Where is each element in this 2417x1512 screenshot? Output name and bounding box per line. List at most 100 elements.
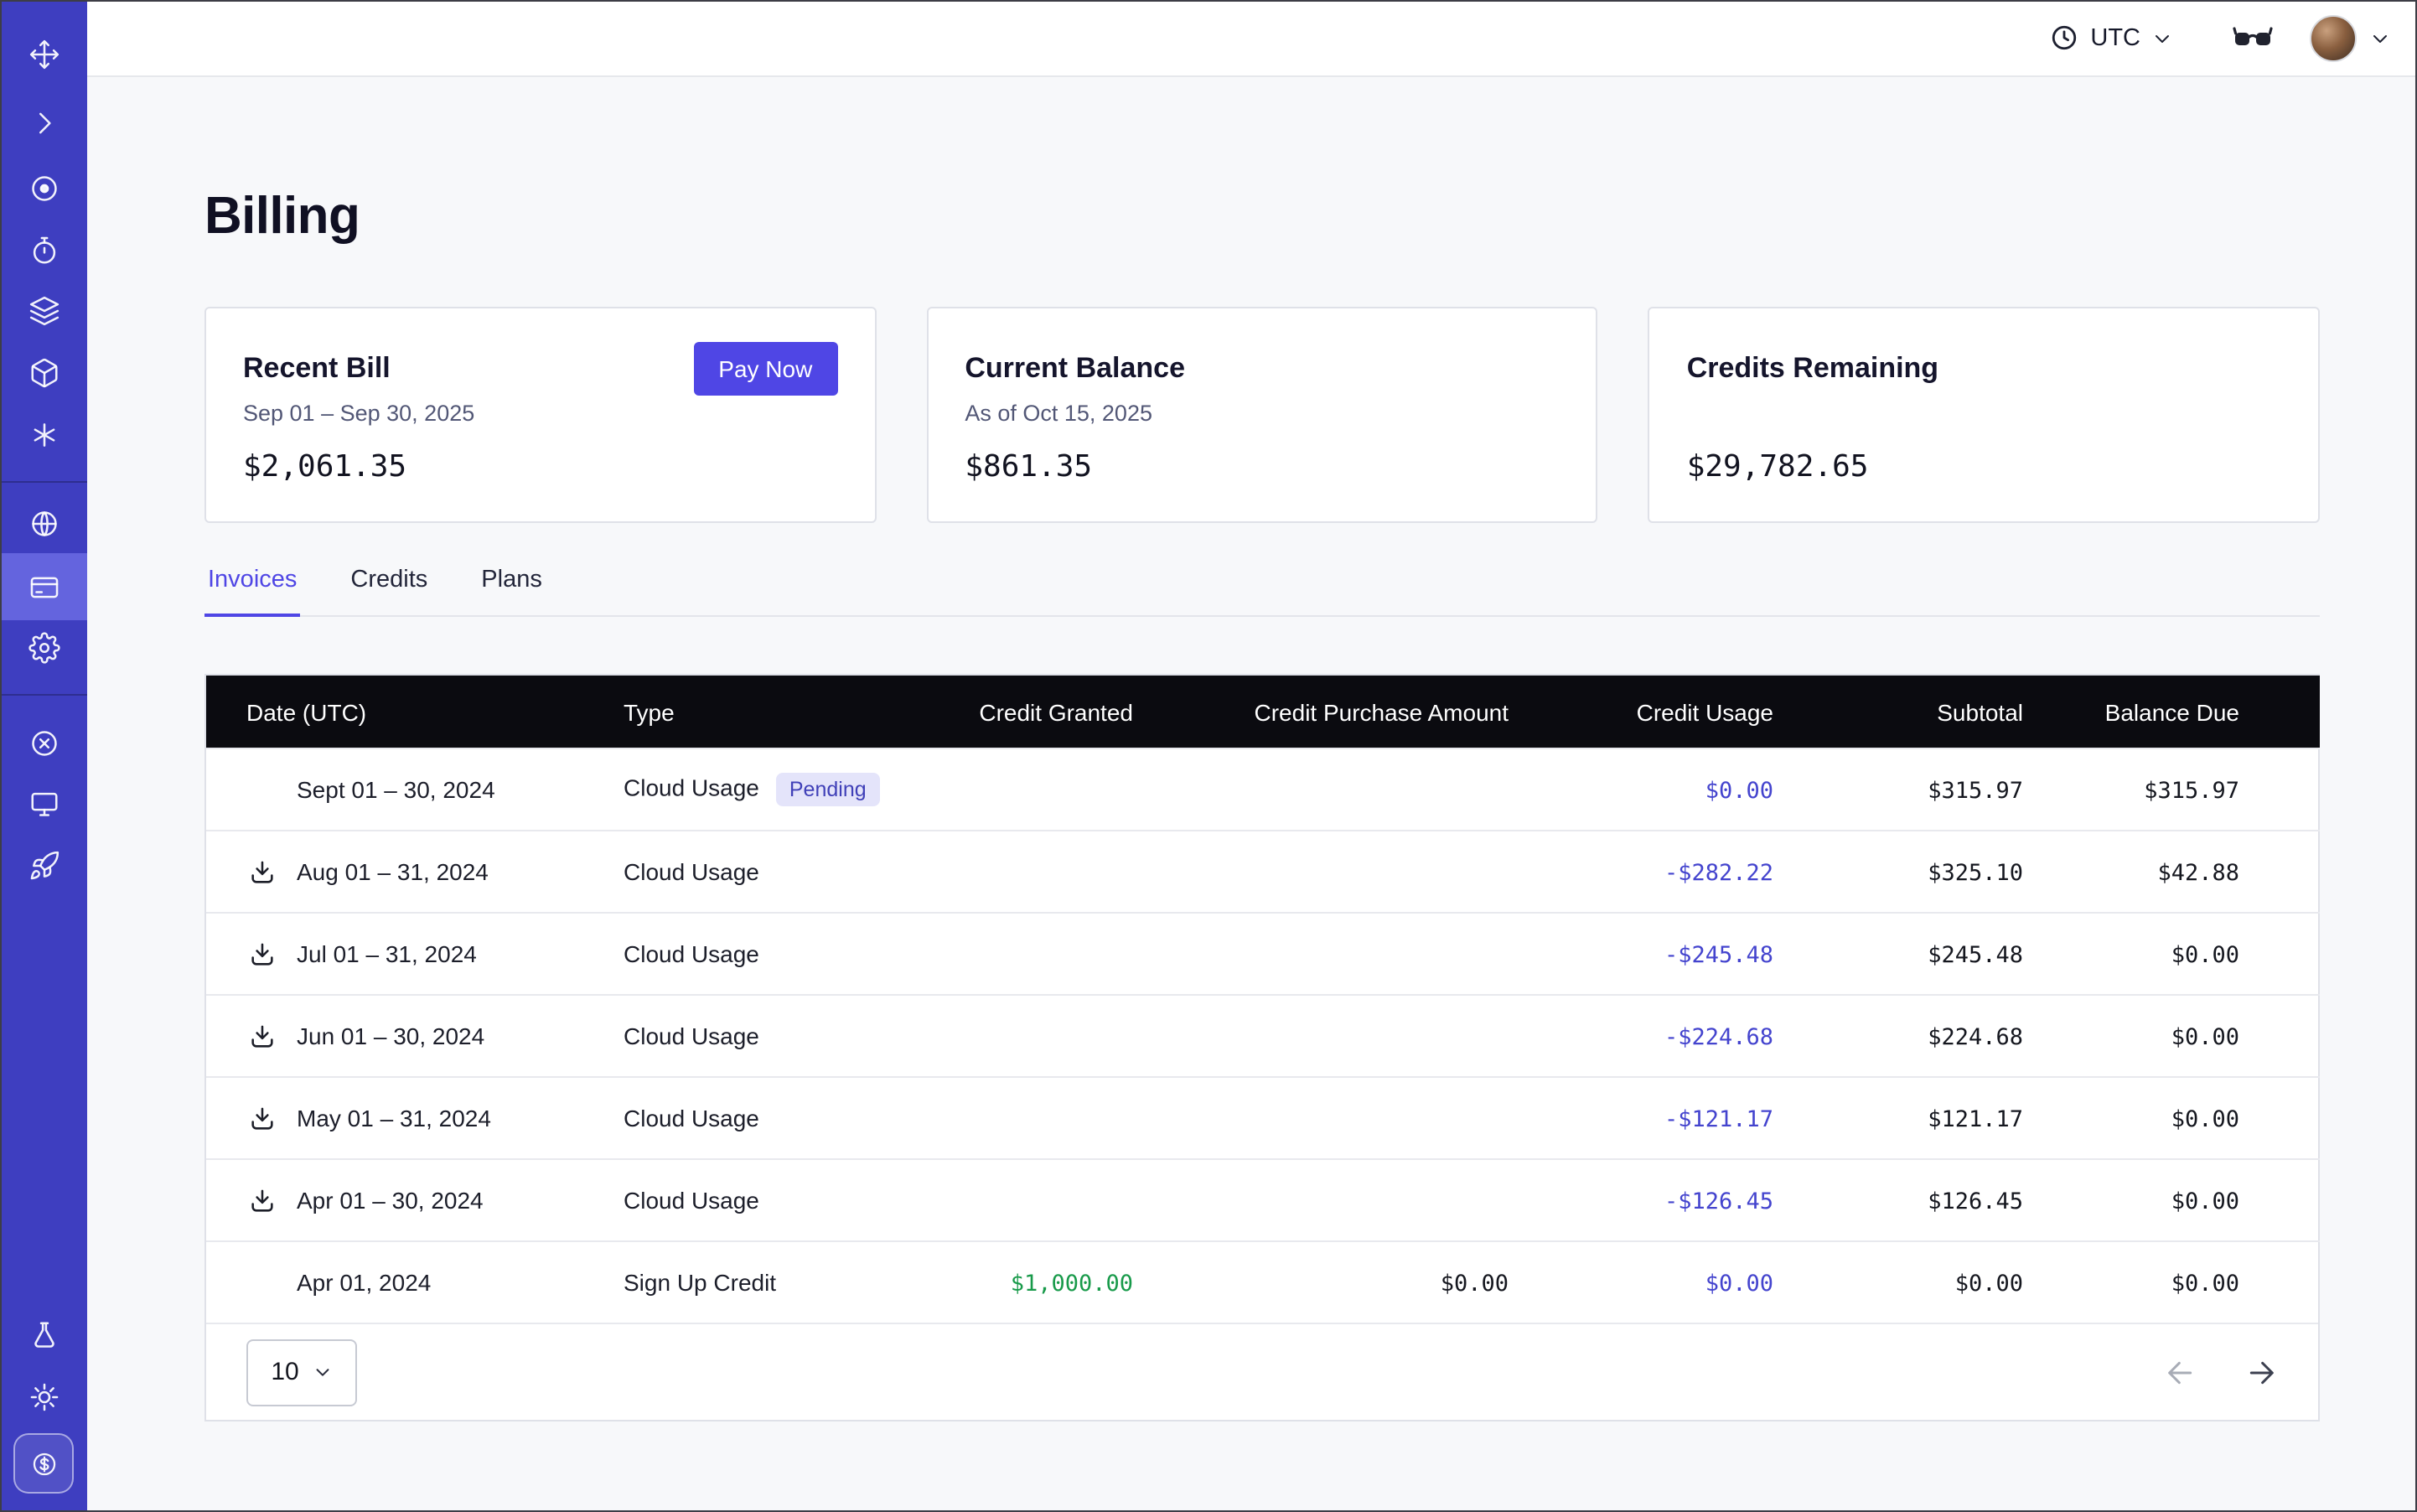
invoice-date: Sept 01 – 30, 2024 [297, 776, 495, 803]
pagination [2164, 1355, 2278, 1389]
card-subtitle: As of Oct 15, 2025 [965, 401, 1559, 429]
chevron-down-icon [2152, 28, 2172, 48]
status-badge: Pending [776, 773, 880, 806]
sidebar-item-asterisk[interactable] [0, 404, 87, 464]
sidebar-item-billing[interactable] [0, 557, 87, 617]
sidebar-item-stopwatch[interactable] [0, 220, 87, 280]
credit-usage-value: -$121.17 [1664, 1106, 1773, 1132]
credits-remaining-card: Credits Remaining $29,782.65 [1648, 307, 2320, 523]
circle-x-icon [28, 727, 60, 759]
app-window: UTC Billing Recent Bill Pay Now Sep 01 – [0, 0, 2417, 1512]
page-size-value: 10 [271, 1358, 298, 1386]
sidebar-item-layers[interactable] [0, 280, 87, 340]
column-header-credit-usage: Credit Usage [1509, 676, 1773, 748]
tab-credits[interactable]: Credits [347, 567, 431, 615]
card-amount: $861.35 [965, 449, 1559, 484]
target-icon [28, 172, 60, 204]
table-row: Aug 01 – 31, 2024 Cloud Usage -$282.22 $… [206, 831, 2320, 913]
gear-icon [28, 631, 60, 663]
table-row: Sept 01 – 30, 2024 Cloud UsagePending $0… [206, 748, 2320, 831]
table-footer: 10 [206, 1323, 2318, 1420]
subtotal-value: $315.97 [1928, 777, 2023, 804]
card-subtitle: Sep 01 – Sep 30, 2025 [243, 401, 837, 429]
download-icon [247, 857, 276, 886]
sidebar-item-flask[interactable] [0, 1304, 87, 1364]
globe-icon [28, 507, 60, 539]
pay-now-button[interactable]: Pay Now [693, 341, 837, 395]
balance-due-value: $0.00 [2171, 1106, 2239, 1132]
app-logo[interactable] [0, 23, 87, 84]
balance-due-value: $0.00 [2171, 1188, 2239, 1214]
recent-bill-card: Recent Bill Pay Now Sep 01 – Sep 30, 202… [204, 307, 876, 523]
move-arrows-icon [28, 38, 60, 70]
card-title: Current Balance [965, 351, 1185, 385]
balance-due-value: $315.97 [2144, 777, 2239, 804]
cube-icon [28, 356, 60, 388]
card-title: Credits Remaining [1687, 351, 1938, 385]
download-invoice-button[interactable] [246, 1185, 277, 1215]
invoice-type: Cloud Usage [624, 858, 759, 885]
download-invoice-button[interactable] [246, 857, 277, 887]
billing-tabs: Invoices Credits Plans [204, 567, 2320, 617]
invoice-type: Cloud Usage [624, 1187, 759, 1214]
topbar: UTC [87, 0, 2417, 77]
credit-usage-value: $0.00 [1705, 1270, 1773, 1297]
column-header-type: Type [624, 676, 908, 748]
arrow-right-icon [2244, 1355, 2278, 1389]
sidebar-item-target[interactable] [0, 158, 87, 218]
next-page-button[interactable] [2244, 1355, 2278, 1389]
glasses-button[interactable] [2233, 25, 2273, 50]
invoice-type: Cloud Usage [624, 774, 759, 800]
table-row: Apr 01 – 30, 2024 Cloud Usage -$126.45 $… [206, 1159, 2320, 1241]
dollar-icon [29, 1449, 58, 1478]
invoice-type: Cloud Usage [624, 1023, 759, 1049]
main-content: Billing Recent Bill Pay Now Sep 01 – Sep… [87, 77, 2417, 1512]
sidebar-item-circle-x[interactable] [0, 712, 87, 773]
download-invoice-button[interactable] [246, 1021, 277, 1051]
glasses-icon [2233, 25, 2273, 50]
credit-granted-value: $1,000.00 [1011, 1270, 1133, 1297]
rocket-icon [28, 849, 60, 881]
chevron-down-icon [314, 1363, 333, 1381]
sidebar-item-monitor[interactable] [0, 773, 87, 833]
sidebar-item-globe[interactable] [0, 493, 87, 553]
sidebar-item-theme[interactable] [0, 1366, 87, 1427]
page-title: Billing [204, 184, 2320, 248]
card-subtitle [1687, 401, 2281, 429]
table-row: Jun 01 – 30, 2024 Cloud Usage -$224.68 $… [206, 995, 2320, 1077]
avatar [2310, 14, 2357, 61]
page-size-select[interactable]: 10 [246, 1339, 357, 1406]
download-invoice-button[interactable] [246, 939, 277, 969]
tab-plans[interactable]: Plans [478, 567, 546, 615]
sidebar-expand-button[interactable] [0, 92, 87, 153]
chevron-right-icon [28, 106, 60, 138]
sidebar-item-cube[interactable] [0, 342, 87, 402]
stopwatch-icon [28, 234, 60, 266]
invoice-type: Sign Up Credit [624, 1269, 776, 1296]
timezone-selector[interactable]: UTC [2050, 23, 2172, 52]
balance-due-value: $0.00 [2171, 941, 2239, 968]
credit-purchase-value: $0.00 [1441, 1270, 1509, 1297]
subtotal-value: $325.10 [1928, 859, 2023, 886]
layers-icon [28, 294, 60, 326]
account-menu[interactable] [2310, 14, 2390, 61]
prev-page-button[interactable] [2164, 1355, 2197, 1389]
sidebar-item-rocket[interactable] [0, 835, 87, 895]
credit-usage-value: -$282.22 [1664, 859, 1773, 886]
invoices-table: Date (UTC) Type Credit Granted Credit Pu… [204, 674, 2320, 1421]
subtotal-value: $121.17 [1928, 1106, 2023, 1132]
card-title: Recent Bill [243, 351, 391, 385]
sidebar-divider [0, 481, 87, 483]
download-icon [247, 1104, 276, 1132]
current-balance-card: Current Balance As of Oct 15, 2025 $861.… [926, 307, 1597, 523]
table-header-row: Date (UTC) Type Credit Granted Credit Pu… [206, 676, 2320, 748]
credit-usage-value: -$245.48 [1664, 941, 1773, 968]
subtotal-value: $245.48 [1928, 941, 2023, 968]
subtotal-value: $224.68 [1928, 1023, 2023, 1050]
sidebar-item-usage[interactable] [0, 1433, 87, 1494]
invoice-date: Apr 01 – 30, 2024 [297, 1187, 484, 1214]
sidebar-item-settings[interactable] [0, 617, 87, 677]
download-invoice-button[interactable] [246, 1103, 277, 1133]
column-header-credit-granted: Credit Granted [908, 676, 1133, 748]
tab-invoices[interactable]: Invoices [204, 567, 300, 617]
